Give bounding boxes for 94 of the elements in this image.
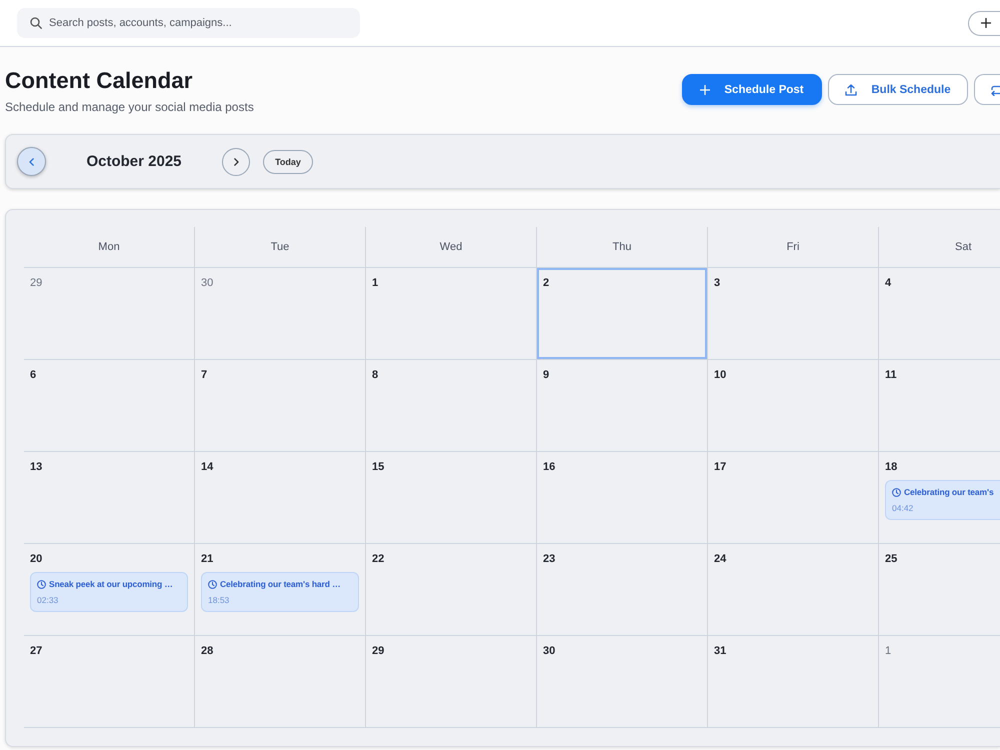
day-number: 3: [714, 277, 720, 289]
month-label: October 2025: [85, 153, 183, 170]
day-cell[interactable]: 9: [537, 360, 708, 452]
plus-icon: [700, 84, 710, 94]
search-icon: [30, 17, 42, 29]
day-cell[interactable]: 28: [195, 636, 366, 728]
day-cell[interactable]: 2: [537, 268, 708, 360]
day-number: 14: [201, 461, 214, 473]
day-cell[interactable]: 20 Sneak peek at our upcoming … 02:33: [24, 544, 195, 636]
day-cell[interactable]: 14: [195, 452, 366, 544]
day-number: 8: [372, 369, 378, 381]
day-number: 29: [372, 645, 384, 657]
event-title: Celebrating our team's hard …: [220, 579, 341, 590]
day-number: 24: [714, 553, 726, 565]
day-cell[interactable]: 10: [708, 360, 879, 452]
event-chip[interactable]: Sneak peek at our upcoming … 02:33: [30, 572, 188, 612]
day-cell[interactable]: 21 Celebrating our team's hard … 18:53: [195, 544, 366, 636]
event-chip[interactable]: Celebrating our team's hard … 18:53: [201, 572, 359, 612]
day-number: 2: [543, 277, 550, 289]
day-cell[interactable]: 30: [537, 636, 708, 728]
arrow-icon: [991, 84, 1000, 96]
day-number: 6: [30, 369, 36, 381]
day-number: 21: [201, 553, 214, 565]
clock-icon: [892, 488, 901, 497]
day-number: 7: [201, 369, 208, 381]
day-cell[interactable]: 31: [708, 636, 879, 728]
day-cell[interactable]: 15: [366, 452, 537, 544]
day-number: 17: [714, 461, 726, 473]
event-title: Sneak peek at our upcoming …: [49, 579, 173, 590]
day-cell[interactable]: 6: [24, 360, 195, 452]
page-subtitle: Schedule and manage your social media posts: [5, 100, 255, 114]
day-number: 31: [714, 645, 726, 657]
day-cell[interactable]: 29: [24, 268, 195, 360]
day-cell[interactable]: 29: [366, 636, 537, 728]
event-title: Celebrating our team's: [904, 487, 994, 498]
day-number: 1: [885, 645, 892, 657]
day-cell[interactable]: 1: [366, 268, 537, 360]
clock-icon: [37, 580, 46, 589]
outline-button[interactable]: Bulk Schedule: [828, 74, 968, 105]
day-number: 10: [714, 369, 726, 381]
day-cell[interactable]: 7: [195, 360, 366, 452]
weekday-label: Sat: [879, 227, 1000, 268]
day-cell[interactable]: 3: [708, 268, 879, 360]
day-cell[interactable]: 17: [708, 452, 879, 544]
day-cell[interactable]: 16: [537, 452, 708, 544]
day-number: 29: [30, 277, 42, 289]
day-cell[interactable]: 24: [708, 544, 879, 636]
plus-icon: [981, 18, 991, 28]
day-number: 11: [885, 369, 897, 381]
day-number: 22: [372, 553, 384, 565]
day-number: 30: [201, 277, 214, 289]
day-cell[interactable]: 30: [195, 268, 366, 360]
clock-icon: [208, 580, 217, 589]
day-cell[interactable]: 1: [879, 636, 1000, 728]
primary-button[interactable]: Schedule Post: [682, 74, 822, 105]
chevron-left-icon: [29, 158, 34, 166]
weekday-label: Fri: [708, 227, 879, 268]
upload-icon: [845, 84, 858, 96]
weekday-label: Thu: [537, 227, 708, 268]
day-number: 23: [543, 553, 556, 565]
today-button[interactable]: Today: [263, 150, 313, 174]
day-number: 9: [543, 369, 550, 381]
weekday-label: Tue: [195, 227, 366, 268]
day-number: 15: [372, 461, 384, 473]
weekday-label: Mon: [24, 227, 195, 268]
arrow-button[interactable]: [974, 74, 1000, 105]
day-cell[interactable]: 13: [24, 452, 195, 544]
event-time: 18:53: [208, 595, 230, 605]
day-cell[interactable]: 4: [879, 268, 1000, 360]
day-cell[interactable]: 8: [366, 360, 537, 452]
day-number: 13: [30, 461, 42, 473]
event-chip[interactable]: Celebrating our team's 04:42: [885, 480, 1000, 520]
day-number: 18: [885, 461, 898, 473]
day-cell[interactable]: 23: [537, 544, 708, 636]
day-number: 4: [885, 277, 892, 289]
chevron-right-icon: [234, 158, 238, 166]
search-field[interactable]: Search posts, accounts, campaigns...: [17, 8, 360, 38]
day-cell[interactable]: 22: [366, 544, 537, 636]
day-number: 16: [543, 461, 556, 473]
day-cell[interactable]: 18 Celebrating our team's 04:42: [879, 452, 1000, 544]
day-cell[interactable]: 11: [879, 360, 1000, 452]
day-number: 25: [885, 553, 898, 565]
day-cell[interactable]: 25: [879, 544, 1000, 636]
event-time: 04:42: [892, 503, 914, 513]
page-title: Content Calendar: [5, 67, 194, 95]
add-button[interactable]: [968, 10, 1000, 36]
day-number: 30: [543, 645, 556, 657]
day-number: 1: [372, 277, 378, 289]
day-number: 28: [201, 645, 214, 657]
weekday-label: Wed: [366, 227, 537, 268]
day-number: 20: [30, 553, 42, 565]
day-cell[interactable]: 27: [24, 636, 195, 728]
event-time: 02:33: [37, 595, 58, 605]
day-number: 27: [30, 645, 42, 657]
